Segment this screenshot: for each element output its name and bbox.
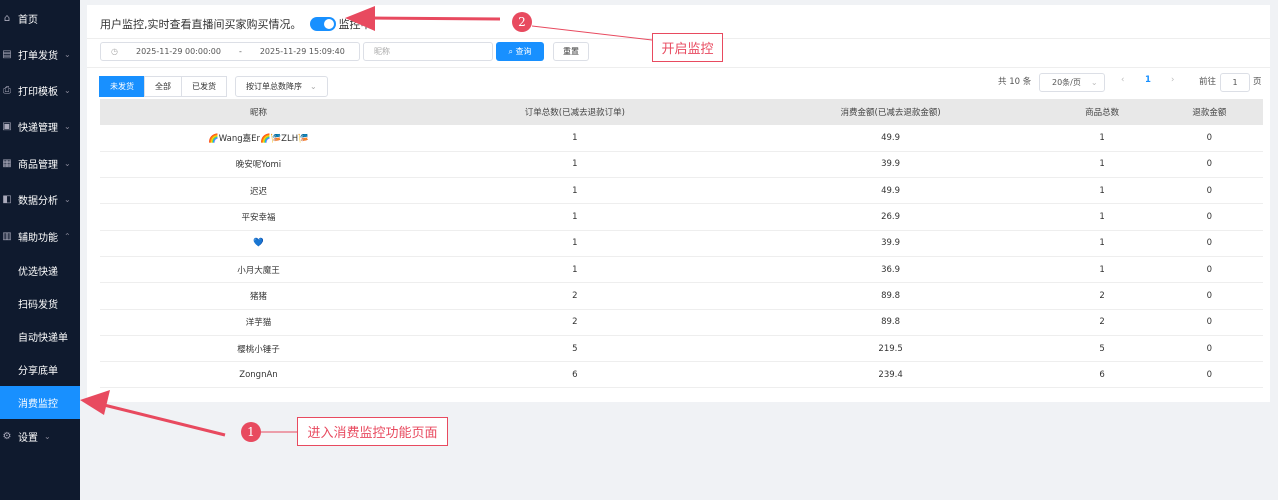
step-1-callout: 进入消费监控功能页面: [297, 417, 448, 446]
step-1-badge: 1: [241, 422, 261, 442]
arrow-1-shaft: [99, 402, 226, 437]
arrow-2-head: [345, 6, 375, 31]
annotation-arrows: [80, 6, 653, 437]
connector-2: [531, 25, 653, 41]
step-2-callout: 开启监控: [652, 33, 723, 62]
arrow-2-shaft: [369, 16, 501, 21]
step-2-badge: 2: [512, 12, 532, 32]
arrow-1-head: [80, 390, 110, 415]
